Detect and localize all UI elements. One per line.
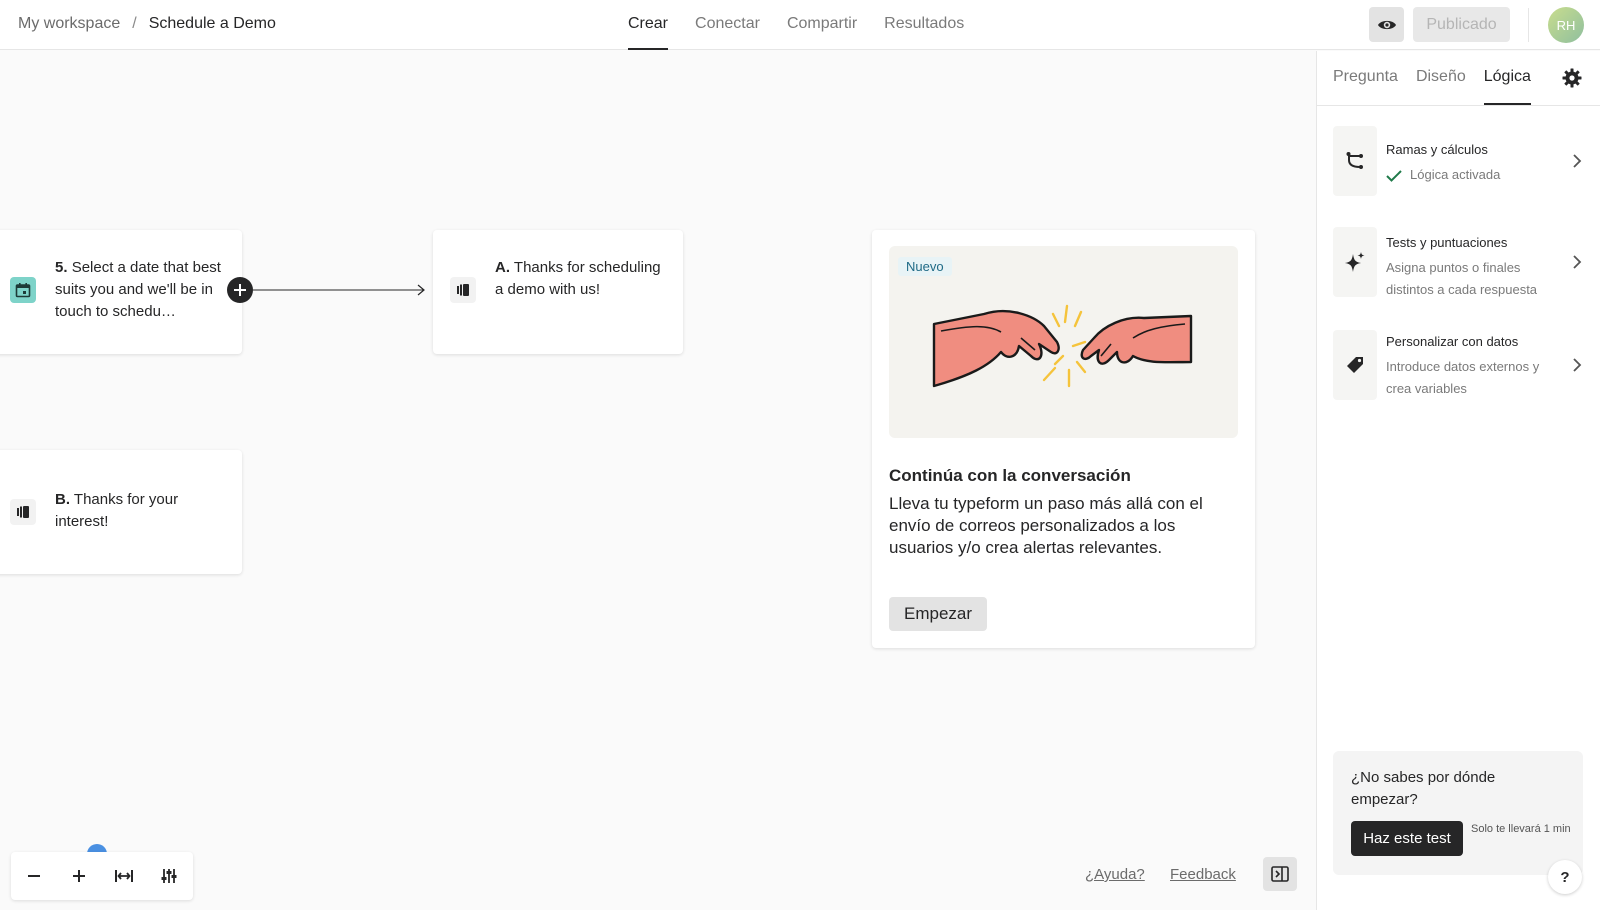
logic-map-canvas[interactable]: 5. Select a date that best suits you and… xyxy=(0,51,1316,910)
breadcrumb-workspace[interactable]: My workspace xyxy=(18,15,120,33)
logic-item-title: Personalizar con datos xyxy=(1386,334,1519,349)
chevron-right-icon xyxy=(1573,154,1582,168)
logic-item-description: Introduce datos externos y crea variable… xyxy=(1386,359,1540,396)
node-label: 5. Select a date that best suits you and… xyxy=(55,257,230,323)
node-number: 5. xyxy=(55,259,68,276)
logic-status-text: Lógica activada xyxy=(1410,167,1501,182)
tab-compartir[interactable]: Compartir xyxy=(787,0,857,50)
node-title: Select a date that best suits you and we… xyxy=(55,259,221,320)
breadcrumb: My workspace / Schedule a Demo xyxy=(18,15,276,33)
fit-width-icon xyxy=(114,870,133,882)
feedback-link[interactable]: Feedback xyxy=(1170,866,1236,883)
fit-to-screen-button[interactable] xyxy=(101,852,146,900)
logic-item-description: Asigna puntos o finales distintos a cada… xyxy=(1386,260,1538,297)
node-number: B. xyxy=(55,491,70,508)
help-card-note: Solo te llevará 1 min xyxy=(1471,823,1571,835)
node-number: A. xyxy=(495,259,510,276)
sidebar-collapse-icon xyxy=(1271,866,1289,882)
zoom-out-button[interactable] xyxy=(11,852,56,900)
minus-icon xyxy=(27,875,40,877)
user-avatar[interactable]: RH xyxy=(1548,7,1584,43)
chevron-right-icon xyxy=(1573,358,1582,372)
main-nav-tabs: Crear Conectar Compartir Resultados xyxy=(628,0,964,50)
panel-tabs: Pregunta Diseño Lógica xyxy=(1333,51,1531,105)
ending-node-a[interactable]: A. Thanks for scheduling a demo with us! xyxy=(433,230,683,354)
breadcrumb-separator: / xyxy=(132,15,137,32)
tab-conectar[interactable]: Conectar xyxy=(695,0,760,50)
chevron-right-icon xyxy=(1573,255,1582,269)
promo-illustration: Nuevo xyxy=(889,246,1238,438)
tab-pregunta[interactable]: Pregunta xyxy=(1333,51,1398,105)
tab-crear[interactable]: Crear xyxy=(628,0,669,50)
promo-description: Lleva tu typeform un paso más allá con e… xyxy=(889,494,1203,557)
header-divider xyxy=(1528,8,1529,42)
branch-icon xyxy=(1333,126,1377,196)
help-card-title: ¿No sabes por dónde empezar? xyxy=(1351,769,1496,808)
top-bar: My workspace / Schedule a Demo Crear Con… xyxy=(0,0,1600,50)
take-test-button[interactable]: Haz este test xyxy=(1351,821,1463,856)
calendar-icon xyxy=(10,277,36,303)
preview-button[interactable] xyxy=(1369,7,1404,42)
node-label: A. Thanks for scheduling a demo with us! xyxy=(495,257,665,301)
logic-item-branching[interactable]: Ramas y cálculos Lógica activada xyxy=(1333,126,1588,196)
help-question-button[interactable]: ? xyxy=(1548,860,1582,894)
question-node-5[interactable]: 5. Select a date that best suits you and… xyxy=(0,230,242,354)
new-badge: Nuevo xyxy=(898,257,952,276)
ending-node-b[interactable]: B. Thanks for your interest! xyxy=(0,450,242,574)
logic-item-personalize[interactable]: Personalizar con datos Introduce datos e… xyxy=(1333,330,1588,400)
zoom-in-button[interactable] xyxy=(56,852,101,900)
workflow-promo-card: Nuevo Continúa con la conversación Lleva… xyxy=(872,230,1255,648)
eye-icon xyxy=(1377,20,1396,29)
publish-button[interactable]: Publicado xyxy=(1413,7,1510,42)
sliders-icon xyxy=(161,869,176,883)
node-title: Thanks for your interest! xyxy=(55,491,179,530)
tag-icon xyxy=(1333,330,1377,400)
help-link[interactable]: ¿Ayuda? xyxy=(1085,866,1145,883)
tab-diseno[interactable]: Diseño xyxy=(1416,51,1466,105)
panel-divider xyxy=(1317,105,1600,106)
promo-title: Continúa con la conversación xyxy=(889,466,1131,485)
node-label: B. Thanks for your interest! xyxy=(55,489,230,533)
node-title: Thanks for scheduling a demo with us! xyxy=(495,259,661,298)
sparkle-icon xyxy=(1333,227,1377,297)
onboarding-help-card: ¿No sabes por dónde empezar? Haz este te… xyxy=(1333,751,1583,875)
breadcrumb-form-title[interactable]: Schedule a Demo xyxy=(149,15,276,33)
plus-icon xyxy=(234,284,246,296)
map-settings-button[interactable] xyxy=(146,852,191,900)
gear-icon[interactable] xyxy=(1562,68,1582,88)
toggle-panel-button[interactable] xyxy=(1263,857,1297,891)
logic-item-scoring[interactable]: Tests y puntuaciones Asigna puntos o fin… xyxy=(1333,227,1588,297)
tab-resultados[interactable]: Resultados xyxy=(884,0,964,50)
logic-item-title: Ramas y cálculos xyxy=(1386,142,1488,157)
check-icon xyxy=(1386,169,1402,182)
ending-icon xyxy=(450,277,476,303)
tab-logica[interactable]: Lógica xyxy=(1483,51,1531,105)
right-panel: Pregunta Diseño Lógica Ramas y cálculos … xyxy=(1316,51,1600,910)
promo-start-button[interactable]: Empezar xyxy=(889,597,987,631)
ending-icon xyxy=(10,499,36,525)
plus-icon xyxy=(72,870,85,882)
zoom-toolbar xyxy=(11,852,193,900)
logic-item-title: Tests y puntuaciones xyxy=(1386,235,1508,250)
logic-connector-arrow xyxy=(253,284,425,296)
add-logic-button[interactable] xyxy=(227,277,253,303)
logic-status: Lógica activada xyxy=(1386,164,1566,186)
